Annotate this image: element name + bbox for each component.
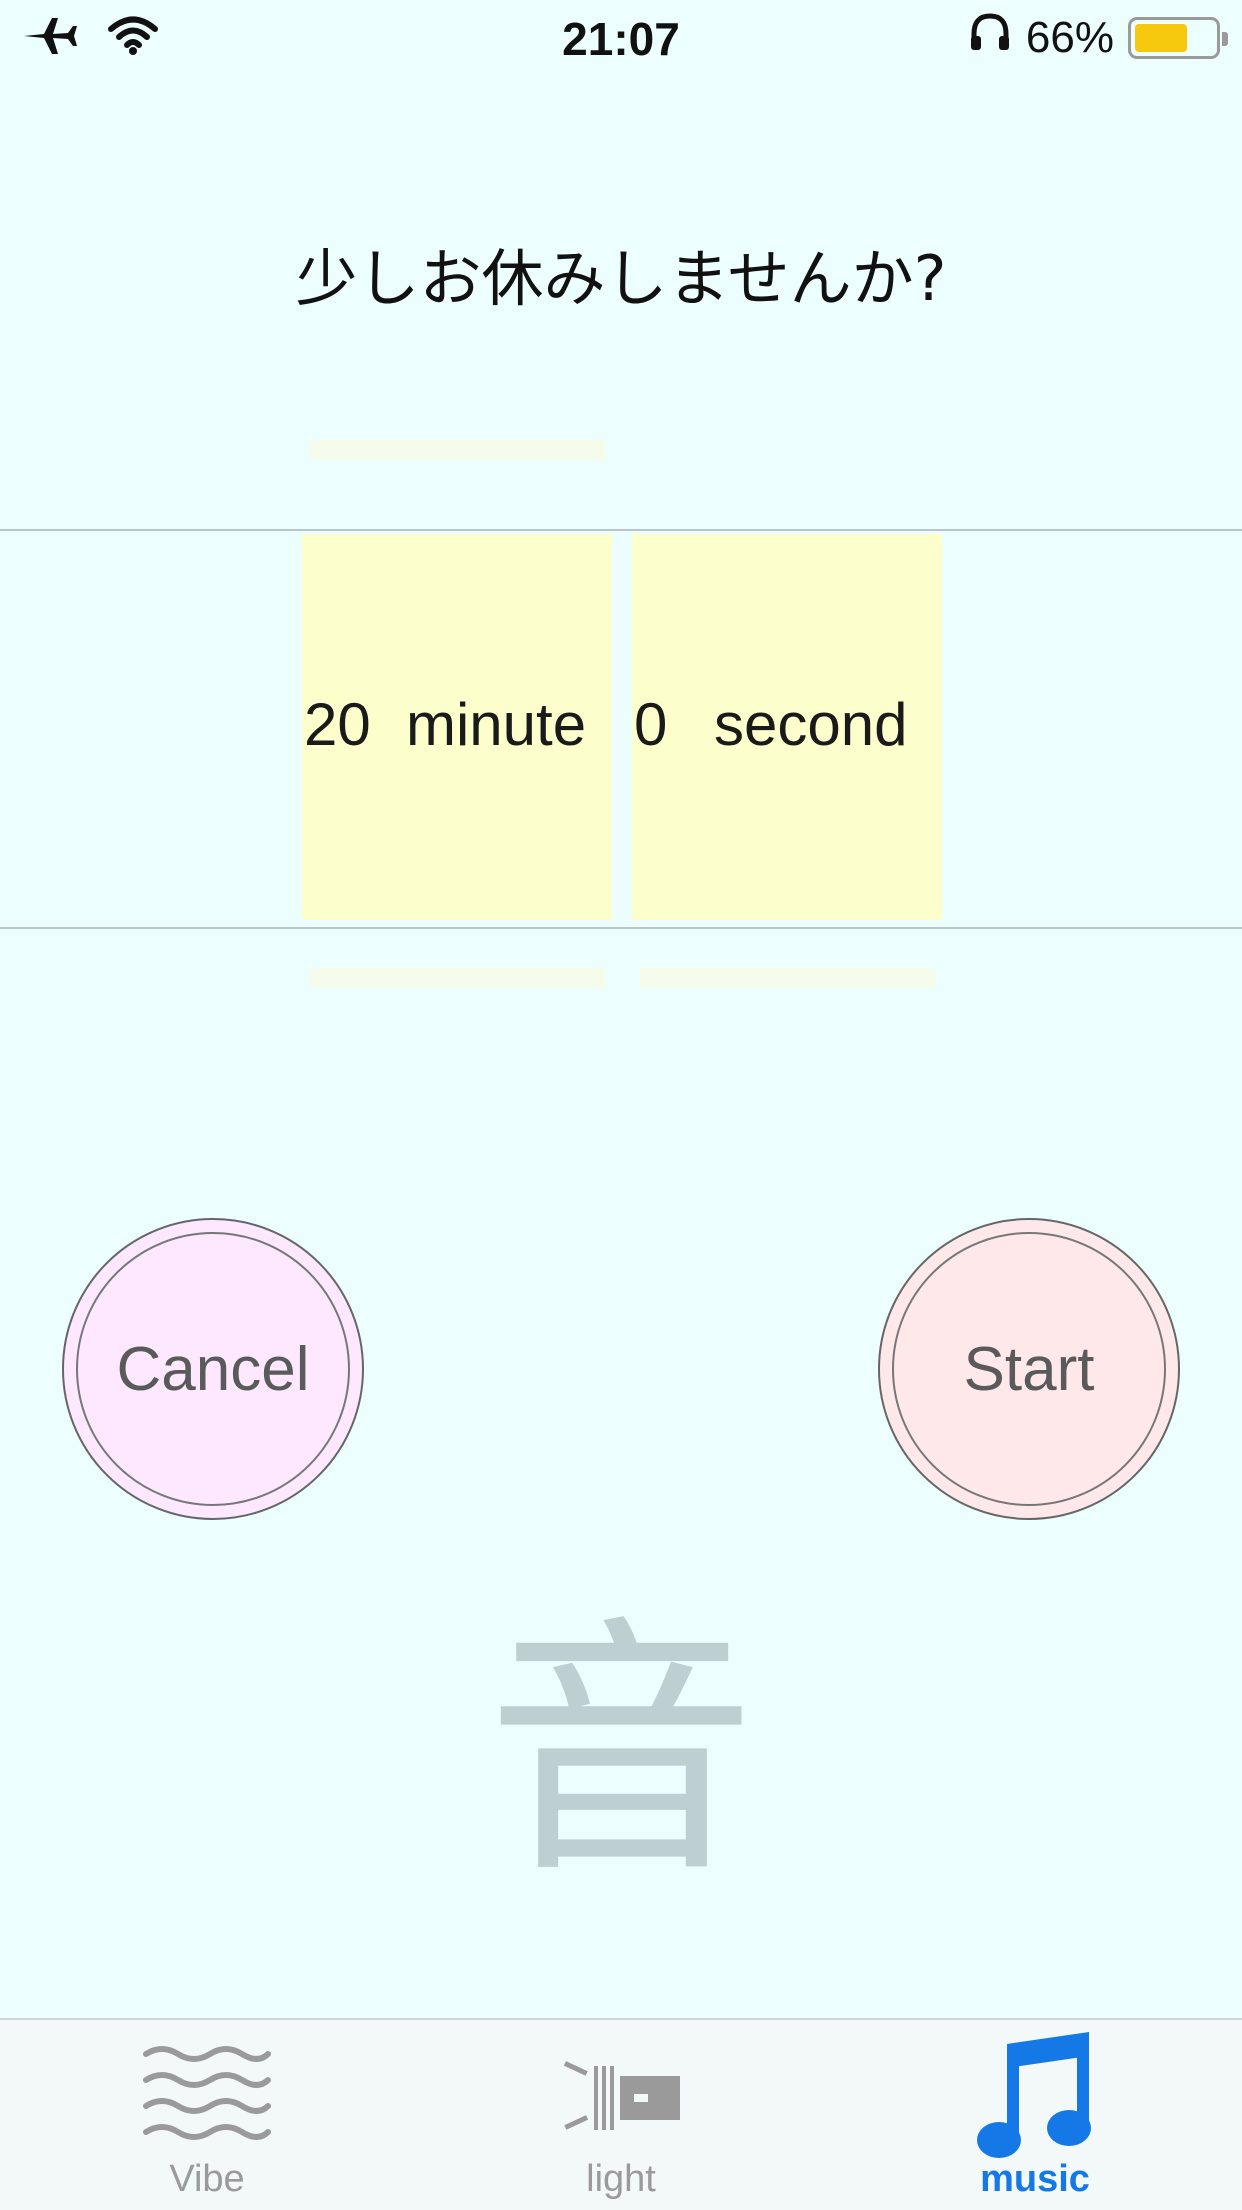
- battery-percent: 66%: [1025, 12, 1114, 62]
- tab-bar: Vibe light music: [0, 2018, 1242, 2210]
- picker-selection-line-bottom: [0, 927, 1242, 929]
- picker-faded-row-bottom-second: [640, 968, 936, 988]
- tab-music[interactable]: music: [828, 2020, 1242, 2210]
- minute-value: 20: [304, 691, 371, 758]
- battery-fill: [1135, 23, 1188, 52]
- start-button[interactable]: Start: [878, 1218, 1180, 1520]
- cancel-button-label: Cancel: [116, 1334, 310, 1404]
- sound-mode-symbol: 音: [486, 1594, 756, 1909]
- music-note-icon: [828, 2032, 1242, 2162]
- start-button-label: Start: [963, 1334, 1095, 1404]
- picker-faded-row-bottom-minute: [310, 968, 606, 988]
- headphones-icon: [968, 12, 1012, 63]
- cancel-button[interactable]: Cancel: [62, 1218, 364, 1520]
- status-bar: 21:07 66%: [0, 0, 1242, 80]
- tab-light-label: light: [586, 2158, 656, 2200]
- tab-light[interactable]: light: [414, 2020, 828, 2210]
- flashlight-icon: [414, 2032, 828, 2162]
- status-right: 66%: [968, 12, 1228, 63]
- tab-music-label: music: [980, 2158, 1090, 2200]
- picker-selection-line-top: [0, 529, 1242, 531]
- second-unit: second: [714, 691, 908, 758]
- battery-icon: [1128, 16, 1228, 59]
- tab-vibe-label: Vibe: [169, 2158, 245, 2200]
- tab-vibe[interactable]: Vibe: [0, 2020, 414, 2210]
- minute-unit: minute: [406, 691, 587, 758]
- second-value: 0: [634, 691, 668, 758]
- rest-prompt: 少しお休みしませんか?: [295, 242, 947, 315]
- battery-tip: [1222, 31, 1228, 46]
- picker-faded-row-top: [310, 440, 606, 460]
- waves-icon: [0, 2032, 414, 2162]
